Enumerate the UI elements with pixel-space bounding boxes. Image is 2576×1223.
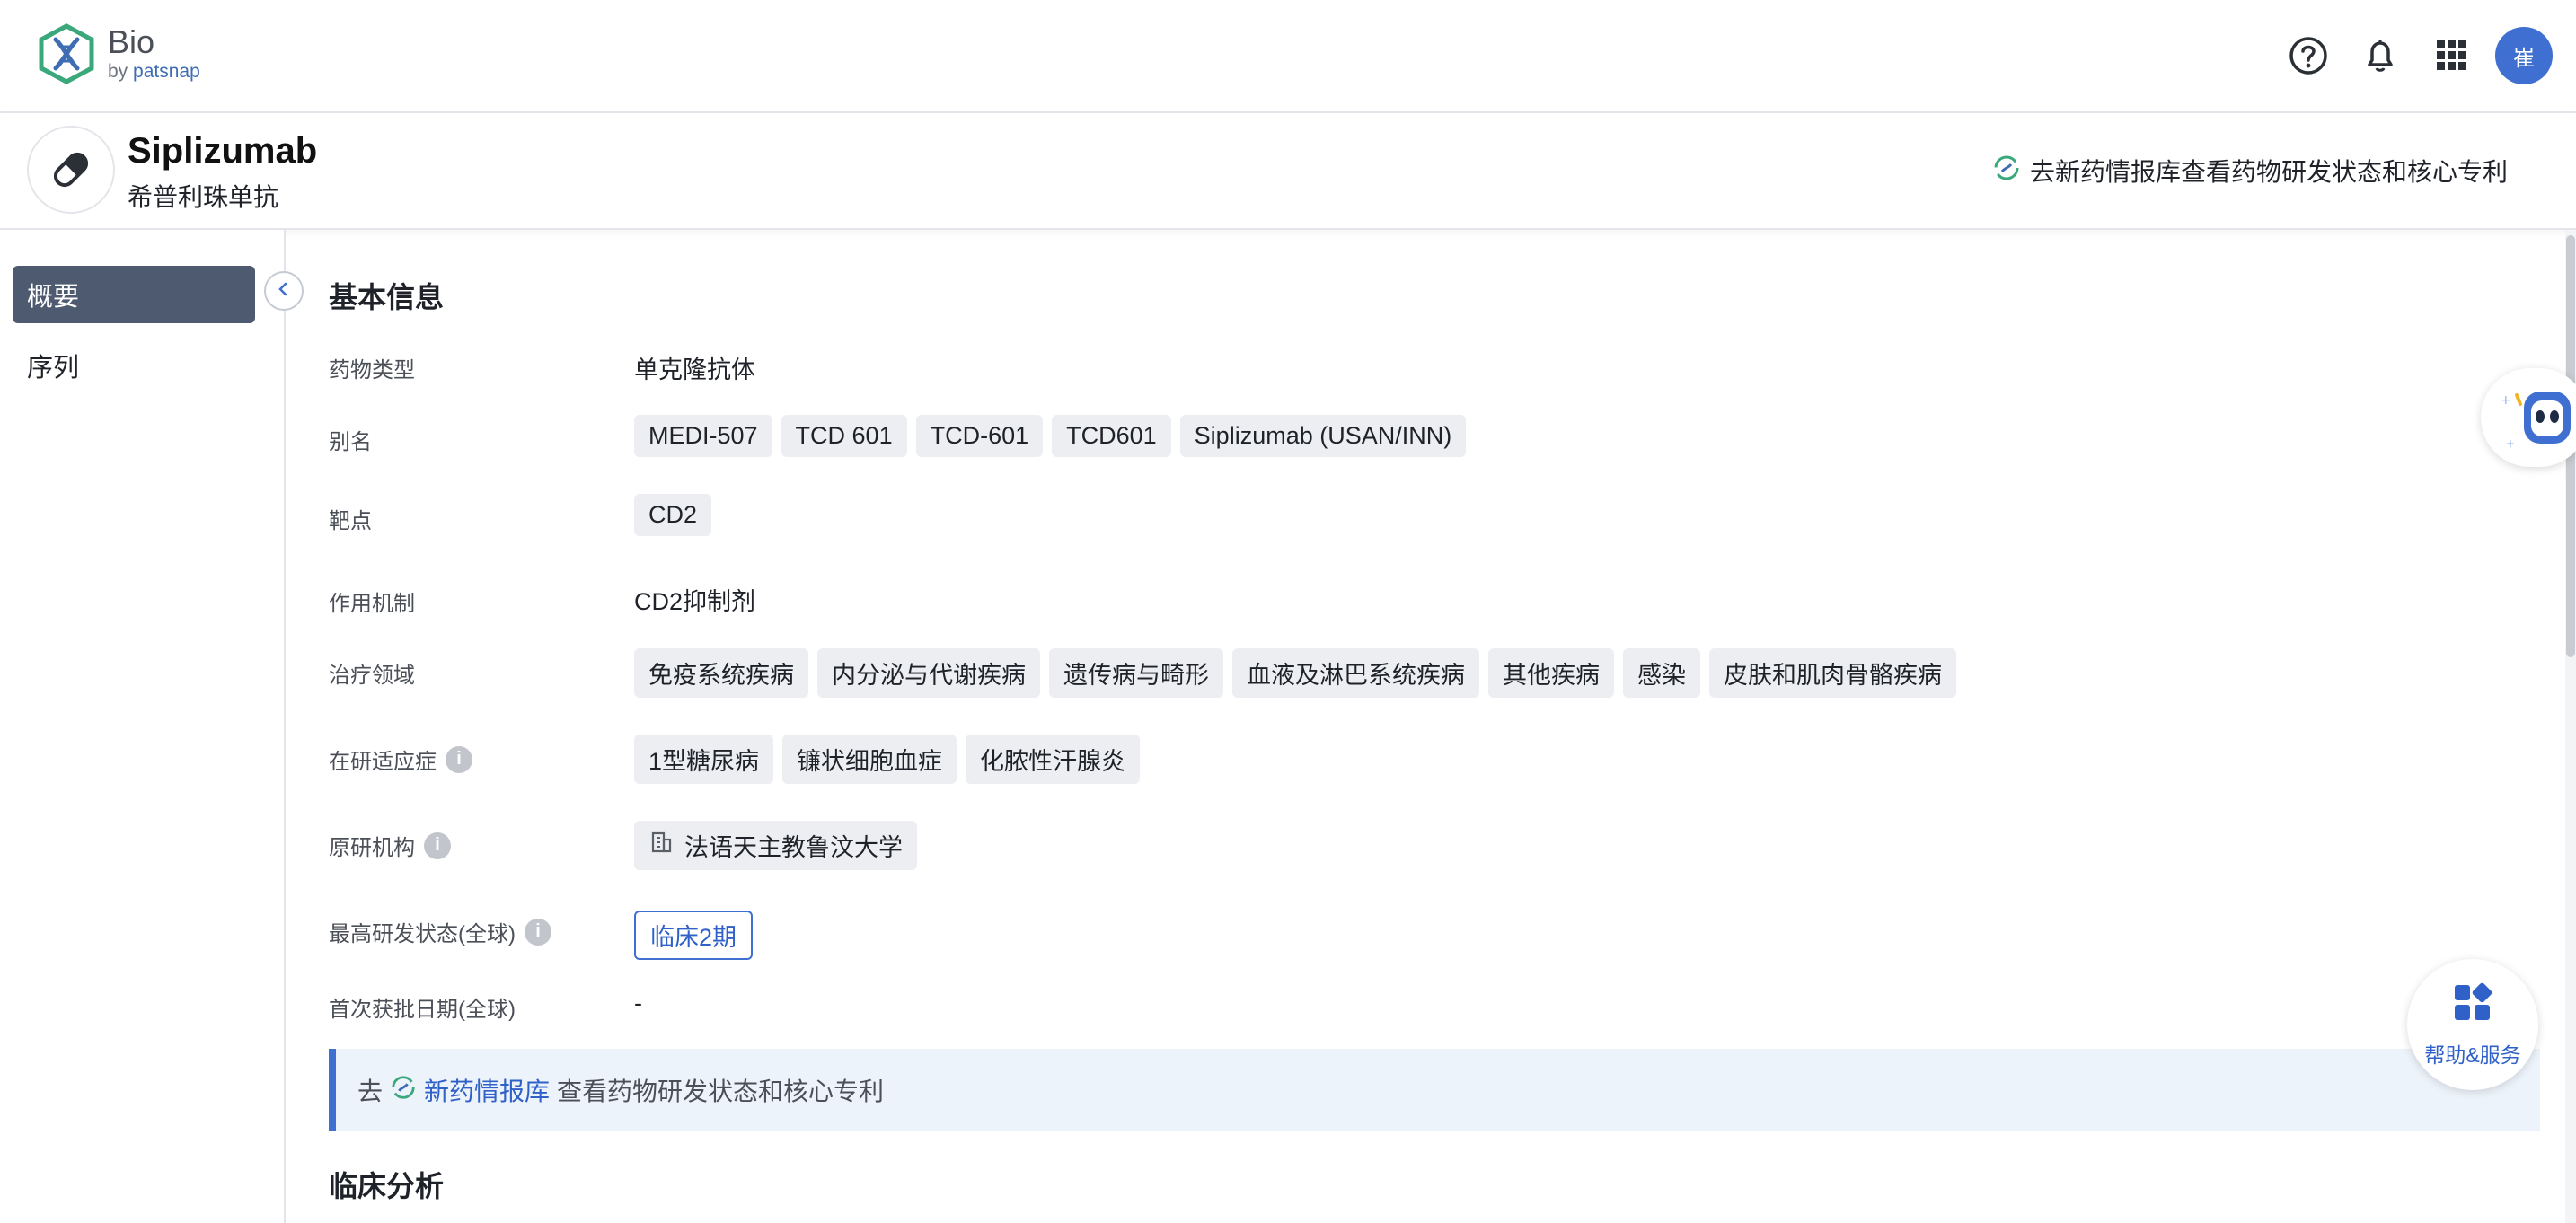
label-text: 作用机制 bbox=[329, 592, 415, 616]
label-text: 药物类型 bbox=[329, 358, 415, 383]
label-targets: 靶点 bbox=[329, 503, 372, 534]
value-drug-type: 单克隆抗体 bbox=[634, 356, 755, 383]
area-tag: 血液及淋巴系统疾病 bbox=[1232, 648, 1479, 698]
label-first-approval: 首次获批日期(全球) bbox=[329, 991, 516, 1023]
label-originator: 原研机构 i bbox=[329, 830, 451, 861]
drug-name: Siplizumab bbox=[128, 131, 318, 171]
label-text: 别名 bbox=[329, 430, 372, 454]
banner-link-label: 新药情报库 bbox=[424, 1078, 551, 1105]
area-tag: 皮肤和肌肉骨骼疾病 bbox=[1709, 648, 1956, 698]
banner-link[interactable]: 新药情报库 bbox=[390, 1072, 550, 1108]
services-grid-icon bbox=[2451, 981, 2494, 1029]
logo-icon[interactable] bbox=[38, 23, 95, 84]
brand-name: Bio bbox=[108, 23, 155, 60]
top-navbar: Bio by patsnap 崔 bbox=[0, 0, 2576, 113]
alias-tag: TCD 601 bbox=[781, 415, 907, 457]
apps-grid-icon[interactable] bbox=[2430, 34, 2474, 77]
label-mechanism: 作用机制 bbox=[329, 585, 415, 617]
area-tag: 感染 bbox=[1623, 648, 1700, 698]
indication-tags: 1型糖尿病 镰状细胞血症 化脓性汗腺炎 bbox=[634, 735, 1141, 784]
label-text: 在研适应症 bbox=[329, 750, 437, 774]
alias-tag: TCD-601 bbox=[915, 415, 1044, 457]
alias-tag: MEDI-507 bbox=[634, 415, 772, 457]
label-drug-type: 药物类型 bbox=[329, 352, 415, 383]
section-title-clinical: 临床分析 bbox=[329, 1170, 445, 1202]
target-tag[interactable]: CD2 bbox=[634, 494, 712, 536]
banner-prefix: 去 bbox=[357, 1078, 384, 1105]
label-aliases: 别名 bbox=[329, 424, 372, 455]
alias-tag: Siplizumab (USAN/INN) bbox=[1179, 415, 1467, 457]
label-indications: 在研适应症 i bbox=[329, 743, 472, 775]
alias-tag: TCD601 bbox=[1052, 415, 1171, 457]
synapse-logo-icon bbox=[1992, 154, 2021, 189]
label-text: 首次获批日期(全球) bbox=[329, 998, 516, 1022]
help-services-label: 帮助&服务 bbox=[2424, 1043, 2521, 1067]
info-icon[interactable]: i bbox=[446, 745, 472, 773]
robot-icon: + + bbox=[2481, 392, 2576, 471]
banner-suffix: 查看药物研发状态和核心专利 bbox=[557, 1078, 885, 1105]
brand-byline: by patsnap bbox=[108, 61, 200, 83]
svg-text:+: + bbox=[2501, 393, 2511, 408]
main-content: 基本信息 药物类型 单克隆抗体 别名 MEDI-507 TCD 601 TCD-… bbox=[286, 230, 2558, 1223]
drug-db-banner: 去 新药情报库 查看药物研发状态和核心专利 bbox=[329, 1049, 2540, 1131]
label-text: 治疗领域 bbox=[329, 664, 415, 688]
user-avatar[interactable]: 崔 bbox=[2495, 27, 2553, 84]
originator-value: 法语天主教鲁汶大学 bbox=[634, 821, 917, 870]
originator-tag[interactable]: 法语天主教鲁汶大学 bbox=[634, 821, 917, 870]
help-services-button[interactable]: 帮助&服务 bbox=[2407, 959, 2538, 1090]
value-mechanism: CD2抑制剂 bbox=[634, 588, 756, 615]
therapeutic-area-tags: 免疫系统疾病 内分泌与代谢疾病 遗传病与畸形 血液及淋巴系统疾病 其他疾病 感染… bbox=[634, 648, 1956, 698]
highest-phase-value: 临床2期 bbox=[634, 911, 754, 960]
ai-assistant-button[interactable]: + + bbox=[2481, 368, 2576, 467]
svg-text:+: + bbox=[2506, 437, 2515, 450]
drug-name-cn: 希普利珠单抗 bbox=[128, 183, 279, 211]
sidebar-item-overview[interactable]: 概要 bbox=[13, 266, 255, 323]
info-icon[interactable]: i bbox=[524, 918, 551, 946]
section-title-basic-info: 基本信息 bbox=[329, 281, 445, 313]
synapse-logo-icon bbox=[390, 1074, 417, 1107]
indication-tag[interactable]: 1型糖尿病 bbox=[634, 735, 774, 784]
area-tag: 其他疾病 bbox=[1488, 648, 1614, 698]
originator-name: 法语天主教鲁汶大学 bbox=[684, 834, 903, 861]
area-tag: 内分泌与代谢疾病 bbox=[817, 648, 1040, 698]
label-text: 最高研发状态(全球) bbox=[329, 922, 516, 946]
label-therapeutic-areas: 治疗领域 bbox=[329, 657, 415, 689]
pill-icon bbox=[27, 126, 115, 214]
sidebar-item-sequence[interactable]: 序列 bbox=[27, 347, 79, 384]
bell-icon[interactable] bbox=[2359, 34, 2402, 77]
target-tags: CD2 bbox=[634, 494, 712, 536]
phase-badge: 临床2期 bbox=[634, 911, 754, 960]
drug-db-link[interactable]: 去新药情报库查看药物研发状态和核心专利 bbox=[1992, 153, 2508, 189]
drug-header: Siplizumab 希普利珠单抗 去新药情报库查看药物研发状态和核心专利 bbox=[0, 113, 2576, 230]
building-icon bbox=[648, 830, 674, 861]
help-icon[interactable] bbox=[2287, 34, 2330, 77]
indication-tag[interactable]: 镰状细胞血症 bbox=[782, 735, 957, 784]
area-tag: 免疫系统疾病 bbox=[634, 648, 808, 698]
alias-tags: MEDI-507 TCD 601 TCD-601 TCD601 Siplizum… bbox=[634, 415, 1467, 457]
value-first-approval: - bbox=[634, 990, 642, 1016]
label-highest-phase: 最高研发状态(全球) i bbox=[329, 916, 551, 947]
by-brand: patsnap bbox=[133, 61, 200, 82]
label-text: 原研机构 bbox=[329, 836, 415, 860]
by-label: by bbox=[108, 61, 128, 82]
area-tag: 遗传病与畸形 bbox=[1049, 648, 1223, 698]
info-icon[interactable]: i bbox=[424, 831, 451, 859]
left-sidebar: 概要 序列 bbox=[0, 230, 286, 1223]
drug-db-link-label: 去新药情报库查看药物研发状态和核心专利 bbox=[2029, 158, 2508, 186]
label-text: 靶点 bbox=[329, 509, 372, 533]
indication-tag[interactable]: 化脓性汗腺炎 bbox=[966, 735, 1141, 784]
